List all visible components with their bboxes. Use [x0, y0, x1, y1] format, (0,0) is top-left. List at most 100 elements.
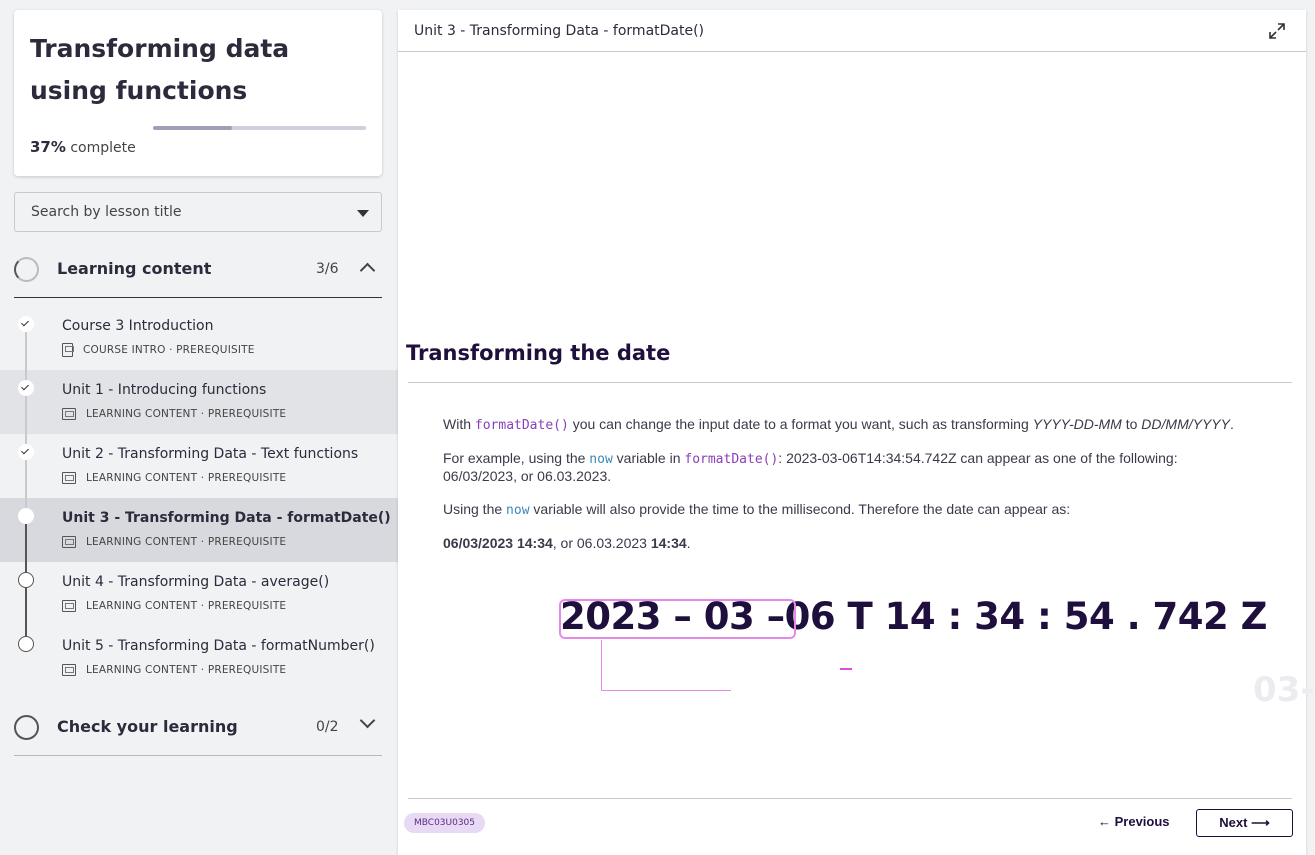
connector-line: [601, 640, 602, 691]
progress-suffix: complete: [70, 140, 136, 156]
paragraph-4: 06/03/2023 14:34, or 06.03.2023 14:34.: [443, 535, 1273, 552]
lesson-header: Unit 3 - Transforming Data - formatDate(…: [398, 10, 1306, 52]
chevron-down-icon[interactable]: [359, 712, 376, 729]
lesson-title: Unit 3 - Transforming Data - formatDate(…: [62, 510, 391, 526]
empty-circle-icon: [18, 636, 34, 652]
footer-divider: [408, 798, 1292, 799]
lesson-item-unit-5[interactable]: Unit 5 - Transforming Data - formatNumbe…: [0, 626, 398, 690]
section-count: 3/6: [316, 261, 339, 277]
lesson-item-course-intro[interactable]: Course 3 Introduction COURSE INTRO · PRE…: [0, 306, 398, 370]
section-label: Learning content: [57, 259, 212, 278]
lesson-search-dropdown[interactable]: Search by lesson title: [14, 192, 382, 232]
section-check-your-learning[interactable]: Check your learning 0/2: [14, 698, 382, 756]
lesson-panel: Unit 3 - Transforming Data - formatDate(…: [398, 10, 1314, 855]
paragraph-1: With formatDate() you can change the inp…: [443, 416, 1273, 434]
caret-down-icon: [357, 210, 369, 217]
heading-divider: [408, 382, 1292, 383]
empty-circle-icon: [18, 572, 34, 588]
course-title: Transforming data using functions: [30, 34, 290, 105]
lesson-item-unit-1[interactable]: Unit 1 - Introducing functions LEARNING …: [0, 370, 398, 434]
progress-bar: [153, 126, 366, 130]
slides-icon: [62, 472, 76, 484]
slides-icon: [62, 408, 76, 420]
progress-ring-icon: [14, 715, 39, 740]
lesson-meta-text: LEARNING CONTENT · PREREQUISITE: [86, 600, 287, 612]
format-example: DD/MM/YYYY: [1141, 416, 1230, 432]
paragraph-3: Using the now variable will also provide…: [443, 501, 1273, 519]
document-icon: [62, 343, 74, 357]
lesson-title: Unit 5 - Transforming Data - formatNumbe…: [62, 638, 375, 654]
text: With: [443, 416, 475, 432]
animated-ghost-text: 03-: [1253, 670, 1315, 710]
slides-icon: [62, 600, 76, 612]
lesson-item-unit-2[interactable]: Unit 2 - Transforming Data - Text functi…: [0, 434, 398, 498]
course-card: Transforming data using functions 37% co…: [14, 10, 382, 176]
progress-fill: [153, 126, 232, 130]
sidebar: Transforming data using functions 37% co…: [0, 0, 398, 855]
lesson-meta-text: LEARNING CONTENT · PREREQUISITE: [86, 536, 287, 548]
search-placeholder: Search by lesson title: [31, 204, 182, 220]
text: to: [1121, 416, 1142, 432]
expand-icon[interactable]: [1268, 22, 1286, 40]
text: variable in: [612, 450, 685, 466]
lesson-title: Course 3 Introduction: [62, 318, 214, 334]
timeline-line: [25, 588, 27, 626]
chevron-up-icon[interactable]: [359, 262, 376, 279]
section-divider: [14, 297, 382, 298]
paragraph-2: For example, using the now variable in f…: [443, 450, 1233, 485]
lesson-meta-text: LEARNING CONTENT · PREREQUISITE: [86, 472, 287, 484]
lesson-meta-text: COURSE INTRO · PREREQUISITE: [83, 344, 255, 356]
next-button[interactable]: Next ⟶: [1196, 809, 1293, 837]
lesson-meta: LEARNING CONTENT · PREREQUISITE: [62, 535, 286, 549]
lesson-title: Unit 2 - Transforming Data - Text functi…: [62, 446, 359, 462]
lesson-item-unit-3[interactable]: Unit 3 - Transforming Data - formatDate(…: [0, 498, 398, 562]
time-example: 14:34: [650, 535, 687, 551]
variable-snippet: now: [589, 452, 613, 467]
timeline-line: [25, 562, 27, 572]
text: , or 06.03.2023: [552, 535, 651, 551]
lesson-meta: LEARNING CONTENT · PREREQUISITE: [62, 663, 286, 677]
text: For example, using the: [443, 450, 590, 466]
connector-line: [601, 690, 731, 691]
format-example: YYYY-DD-MM: [1032, 416, 1122, 432]
progress-text: 37% complete: [30, 138, 136, 156]
lesson-list: Course 3 Introduction COURSE INTRO · PRE…: [0, 306, 398, 690]
lesson-item-unit-4[interactable]: Unit 4 - Transforming Data - average() L…: [0, 562, 398, 626]
lesson-meta: COURSE INTRO · PREREQUISITE: [62, 343, 255, 357]
checkmark-icon: [18, 380, 34, 396]
lesson-meta: LEARNING CONTENT · PREREQUISITE: [62, 471, 286, 485]
lesson-meta: LEARNING CONTENT · PREREQUISITE: [62, 407, 286, 421]
current-lesson-icon: [18, 508, 34, 524]
highlight-dash: [840, 668, 852, 670]
timeline-line: [25, 524, 27, 562]
date-example: 06/03/2023 14:34: [443, 535, 553, 551]
lesson-meta-text: LEARNING CONTENT · PREREQUISITE: [86, 408, 287, 420]
variable-snippet: now: [506, 503, 530, 518]
lesson-meta-text: LEARNING CONTENT · PREREQUISITE: [86, 664, 287, 676]
progress-ring-icon: [14, 257, 39, 282]
text: .: [1229, 416, 1234, 432]
checkmark-icon: [18, 444, 34, 460]
code-snippet: formatDate(): [474, 418, 569, 433]
text: variable will also provide the time to t…: [529, 501, 1071, 517]
section-learning-content[interactable]: Learning content 3/6: [14, 240, 382, 298]
lesson-header-title: Unit 3 - Transforming Data - formatDate(…: [414, 23, 705, 39]
previous-button[interactable]: ← Previous: [1098, 814, 1170, 829]
text: Using the: [443, 501, 507, 517]
progress-percent: 37%: [30, 138, 66, 156]
text: .: [686, 535, 691, 551]
date-highlight-box: [559, 599, 796, 639]
section-heading: Transforming the date: [406, 341, 671, 365]
timeline-line: [25, 626, 27, 636]
timeline-line: [25, 498, 27, 508]
section-label: Check your learning: [57, 717, 238, 736]
section-divider: [14, 755, 382, 756]
lesson-title: Unit 4 - Transforming Data - average(): [62, 574, 330, 590]
lesson-meta: LEARNING CONTENT · PREREQUISITE: [62, 599, 286, 613]
slides-icon: [62, 536, 76, 548]
section-count: 0/2: [316, 719, 339, 735]
slides-icon: [62, 664, 76, 676]
code-snippet: formatDate(): [684, 452, 779, 467]
checkmark-icon: [18, 316, 34, 332]
text: you can change the input date to a forma…: [568, 416, 1033, 432]
